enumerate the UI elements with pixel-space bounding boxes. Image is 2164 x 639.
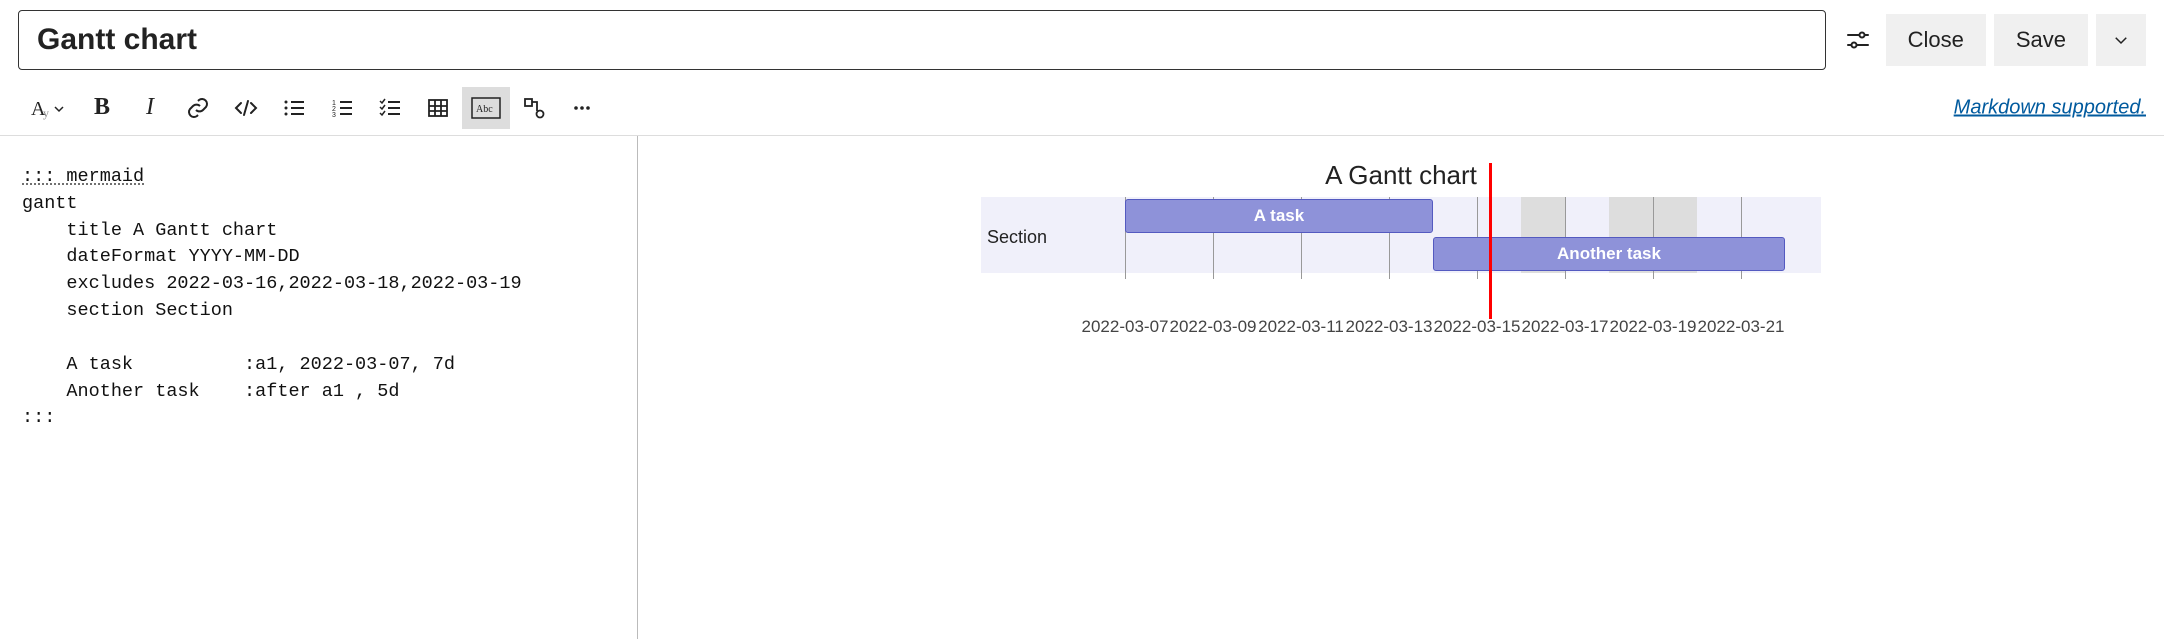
bullet-list-button[interactable]: [270, 87, 318, 129]
header: Close Save: [0, 0, 2164, 80]
bold-button[interactable]: B: [78, 87, 126, 129]
bullet-list-icon: [282, 96, 306, 120]
code-line: title A Gantt chart: [22, 220, 277, 241]
code-button[interactable]: [222, 87, 270, 129]
more-button[interactable]: [558, 87, 606, 129]
gantt-bar-task1: A task: [1125, 199, 1433, 233]
code-line: dateFormat YYYY-MM-DD: [22, 246, 300, 267]
diagram-icon: [522, 96, 546, 120]
sliders-icon: [1846, 28, 1870, 52]
toolbar: A y B I: [0, 80, 2164, 136]
code-line: Another task :after a1 , 5d: [22, 381, 399, 402]
preview-pane: A Gantt chart Section: [638, 136, 2164, 639]
gantt-plot-area: Section A task Another: [981, 197, 1821, 317]
abc-icon: Abc: [471, 97, 501, 119]
table-button[interactable]: [414, 87, 462, 129]
svg-text:Abc: Abc: [476, 104, 493, 115]
header-actions: Close Save: [1838, 14, 2146, 66]
ellipsis-icon: [570, 96, 594, 120]
gantt-tick-label: 2022-03-21: [1698, 317, 1785, 337]
gantt-section-label: Section: [987, 227, 1047, 248]
gantt-tick-label: 2022-03-13: [1346, 317, 1433, 337]
code-opener: ::: mermaid: [22, 166, 144, 187]
code-content: ::: mermaid gantt title A Gantt chart da…: [22, 164, 615, 432]
gantt-tick-label: 2022-03-11: [1258, 317, 1344, 337]
page-root: Close Save A y B I: [0, 0, 2164, 629]
code-line: A task :a1, 2022-03-07, 7d: [22, 354, 455, 375]
code-icon: [233, 96, 259, 120]
mermaid-button[interactable]: [510, 87, 558, 129]
gantt-tick-label: 2022-03-09: [1170, 317, 1257, 337]
svg-text:3: 3: [332, 112, 336, 119]
title-input[interactable]: [18, 10, 1826, 70]
chevron-down-icon: [2112, 31, 2130, 49]
link-button[interactable]: [174, 87, 222, 129]
close-button[interactable]: Close: [1886, 14, 1986, 66]
checklist-button[interactable]: [366, 87, 414, 129]
gantt-tick-label: 2022-03-07: [1082, 317, 1169, 337]
italic-button[interactable]: I: [126, 87, 174, 129]
numbered-list-icon: 123: [330, 96, 354, 120]
code-line: gantt: [22, 193, 78, 214]
save-options-button[interactable]: [2096, 14, 2146, 66]
settings-button[interactable]: [1838, 20, 1878, 60]
gantt-axis: 2022-03-07 2022-03-09 2022-03-11 2022-03…: [981, 317, 1821, 347]
editor-split: ::: mermaid gantt title A Gantt chart da…: [0, 136, 2164, 639]
markdown-supported-link[interactable]: Markdown supported.: [1954, 96, 2146, 119]
checklist-icon: [378, 96, 402, 120]
table-icon: [426, 96, 450, 120]
gantt-tick-label: 2022-03-17: [1522, 317, 1609, 337]
text-style-icon: A y: [31, 95, 65, 121]
svg-text:y: y: [43, 106, 49, 120]
markdown-editor[interactable]: ::: mermaid gantt title A Gantt chart da…: [0, 136, 638, 639]
numbered-list-button[interactable]: 123: [318, 87, 366, 129]
link-icon: [186, 96, 210, 120]
save-button[interactable]: Save: [1994, 14, 2088, 66]
code-line: section Section: [22, 300, 233, 321]
code-closer: :::: [22, 407, 55, 428]
gantt-chart: A Gantt chart Section: [981, 160, 1821, 347]
gantt-title: A Gantt chart: [981, 160, 1821, 191]
gantt-bar-task2: Another task: [1433, 237, 1785, 271]
gantt-today-marker: [1489, 163, 1492, 319]
gantt-tick-label: 2022-03-19: [1610, 317, 1697, 337]
gantt-tick-label: 2022-03-15: [1434, 317, 1521, 337]
code-line: excludes 2022-03-16,2022-03-18,2022-03-1…: [22, 273, 522, 294]
text-style-button[interactable]: A y: [18, 87, 78, 129]
markdown-toggle-button[interactable]: Abc: [462, 87, 510, 129]
